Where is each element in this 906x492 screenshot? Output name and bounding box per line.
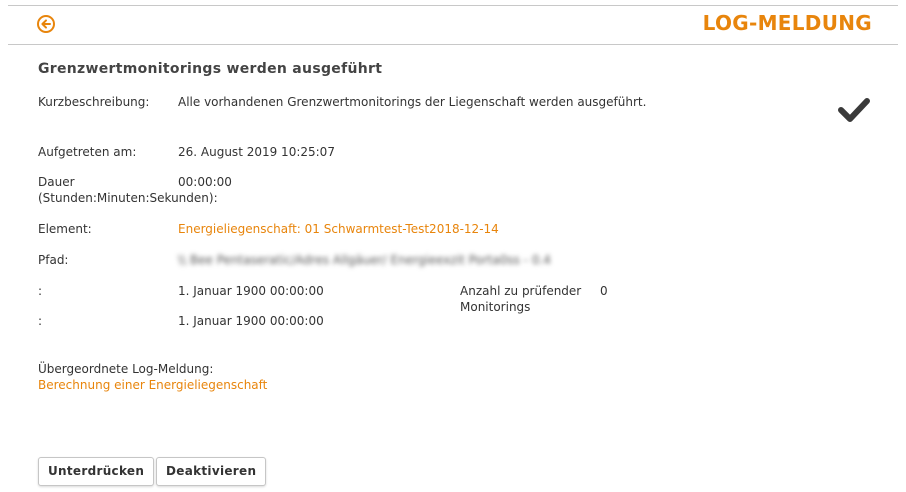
aufgetreten-label: Aufgetreten am: <box>38 145 137 159</box>
log-heading: Grenzwertmonitorings werden ausgeführt <box>38 61 383 77</box>
dauer-label-line2: (Stunden:Minuten:Sekunden): <box>38 191 218 205</box>
page-title: LOG-MELDUNG <box>702 11 872 35</box>
header-divider <box>8 44 898 45</box>
pfad-value: \\ Bee Pentaseratic/Adres Allgäuer/ Ener… <box>178 253 551 267</box>
parent-log-link[interactable]: Berechnung einer Energieliegenschaft <box>38 377 267 393</box>
pfad-label: Pfad: <box>38 253 69 267</box>
top-divider <box>8 5 898 6</box>
element-link[interactable]: Energieliegenschaft: 01 Schwarmtest-Test… <box>178 221 499 237</box>
date-row-2-value: 1. Januar 1900 00:00:00 <box>178 314 324 328</box>
suppress-button[interactable]: Unterdrücken <box>38 457 155 486</box>
anzahl-label-line2: Monitorings <box>460 300 531 314</box>
anzahl-value: 0 <box>600 284 608 298</box>
kurzbeschreibung-label: Kurzbeschreibung: <box>38 95 150 109</box>
dauer-value: 00:00:00 <box>178 175 232 189</box>
deactivate-button[interactable]: Deaktivieren <box>156 457 267 486</box>
aufgetreten-value: 26. August 2019 10:25:07 <box>178 145 335 159</box>
arrow-left-circle-icon <box>41 19 51 29</box>
date-row-1-value: 1. Januar 1900 00:00:00 <box>178 284 324 298</box>
anzahl-label-line1: Anzahl zu prüfender <box>460 284 582 298</box>
parent-log-label: Übergeordnete Log-Meldung: <box>38 362 214 376</box>
check-icon <box>838 98 870 122</box>
back-button[interactable] <box>37 15 55 33</box>
date-row-2-label: : <box>38 314 43 328</box>
date-row-1-label: : <box>38 284 43 298</box>
element-label: Element: <box>38 222 92 236</box>
anzahl-label: Anzahl zu prüfender Monitorings <box>460 283 581 315</box>
kurzbeschreibung-value: Alle vorhandenen Grenzwertmonitorings de… <box>178 95 647 109</box>
